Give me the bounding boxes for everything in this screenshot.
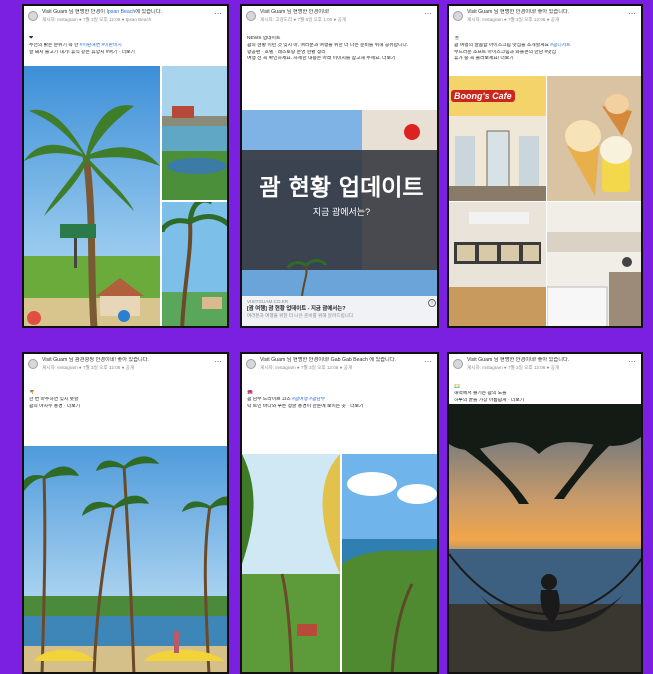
avatar[interactable] <box>246 11 256 21</box>
post-author-line[interactable]: Visit Guam 님 괌관광청 안경이네! 좋아 있습니다. <box>42 357 223 364</box>
caption-line: ☕ <box>454 36 460 41</box>
post-photo-bay-view[interactable] <box>342 454 437 672</box>
post-photo-cafe-interior[interactable] <box>547 202 641 326</box>
link-preview[interactable]: VISITGUAM.CO.KR [괌 여행] 괌 현황 업데이트 - 지금 괌에… <box>242 296 437 326</box>
post-card-5[interactable]: Visit Guam 님 현명한 안경이네! Gab Gab Beach 에 있… <box>240 352 439 674</box>
caption-line: 🌺 <box>247 390 253 395</box>
post-header: Visit Guam 님 현명한 안경이네! 좋아 있습니다. 게시자: Ins… <box>449 354 641 384</box>
post-caption: NEWS 업데이트 괌의 현황 이런 것 잊지 마, 여러분과 여행을 위한 더… <box>242 36 437 63</box>
caption-line: 휴가 중 꼭 들러보세요! 더보기 <box>454 56 514 62</box>
more-options-icon[interactable]: ⋯ <box>214 9 222 18</box>
post-caption: 🌴 한 번 마주하면 잊지 못할 괌의 야자수 풍경 · 더보기 <box>24 384 227 410</box>
post-photo-jungle[interactable] <box>242 454 340 672</box>
post-meta: 게시자: Instagram ● 7월 3일 오후 12:06 ● 공개 <box>260 365 353 370</box>
post-photo-palms-cars[interactable] <box>24 446 227 672</box>
avatar[interactable] <box>453 11 463 21</box>
post-banner-image[interactable]: 괌 현황 업데이트 지금 괌에서는? <box>242 110 437 296</box>
post-header: Visit Guam 님 현명한 안경이 Ipsan Beach에 있습니다. … <box>24 6 227 36</box>
more-options-icon[interactable]: ⋯ <box>424 9 432 18</box>
post-photo-cafe-counter[interactable] <box>449 202 546 326</box>
avatar[interactable] <box>28 359 38 369</box>
caption-line: ❤ <box>29 36 34 41</box>
post-photo-cafe-front[interactable]: Boong's Cafe <box>449 76 546 201</box>
caption-line: 해먹에서 즐기는 괌의 노을 <box>454 390 507 396</box>
banner-title: 괌 현황 업데이트 <box>259 175 424 201</box>
post-author-line[interactable]: Visit Guam 님 현명한 안경이네! <box>260 9 433 16</box>
post-header: Visit Guam 님 현명한 안경이네! Gab Gab Beach 에 있… <box>242 354 437 384</box>
link-title[interactable]: [괌 여행] 괌 현황 업데이트 - 지금 괌에서는? <box>247 305 436 313</box>
link-description: 여러분과 여행을 위한 더 나은 준비를 위해 알려드립니다. <box>247 313 355 318</box>
post-author-line[interactable]: Visit Guam 님 현명한 안경이네! 좋아 있습니다. <box>467 9 637 16</box>
hashtag-link[interactable]: #괌여행 #괌남부 <box>292 397 325 402</box>
post-photo-ice-cream[interactable] <box>547 76 641 201</box>
caption-line: 항공편 · 호텔 · 레스토랑 운영 현황 정리 <box>247 49 326 55</box>
post-meta: 게시자: Instagram ● 7월 3일 오후 12:06 ● Ipsan … <box>42 17 152 22</box>
post-author-line[interactable]: Visit Guam 님 현명한 안경이 Ipsan Beach에 있습니다. <box>42 9 223 16</box>
caption-line: 🌴 <box>29 390 35 395</box>
post-card-1[interactable]: Visit Guam 님 현명한 안경이 Ipsan Beach에 있습니다. … <box>22 4 229 328</box>
more-options-icon[interactable]: ⋯ <box>214 357 222 366</box>
caption-line: 탁 트인 바다와 푸른 정글 풍경이 한눈에 보이는 곳 · 더보기 <box>247 403 364 409</box>
post-photo-palm-beach[interactable] <box>24 66 160 326</box>
caption-line: 부드러운 소프트 아이스크림과 와플콘의 만남 #맛집 <box>454 49 557 55</box>
avatar[interactable] <box>28 11 38 21</box>
avatar[interactable] <box>453 359 463 369</box>
caption-line: 주전의 밝은 분위기 속 한 #이판해변 #이판비치 <box>29 42 122 48</box>
post-header: Visit Guam 님 현명한 안경이네! 게시자: 고감도리 ● 7월 5일… <box>242 6 437 36</box>
hashtag-link[interactable]: #괌디저트 <box>550 43 570 48</box>
post-header: Visit Guam 님 현명한 안경이네! 좋아 있습니다. 게시자: Ins… <box>449 6 641 36</box>
post-photo-hammock-sunset[interactable] <box>449 404 641 672</box>
info-icon[interactable]: i <box>428 299 436 307</box>
post-card-2[interactable]: Visit Guam 님 현명한 안경이네! 게시자: 고감도리 ● 7월 5일… <box>240 4 439 328</box>
banner-subtitle: 지금 괌에서는? <box>312 207 371 217</box>
post-caption: 🌺 괌 남부 드라이브 코스 #괌여행 #괌남부 탁 트인 바다와 푸른 정글 … <box>242 384 437 410</box>
post-photo-coast[interactable] <box>162 66 227 200</box>
post-meta: 게시자: Instagram ● 7월 3일 오후 12:06 ● 공개 <box>467 17 560 22</box>
caption-line: 알 돼지 물고기 내기! 휴식 같은 휴양지 #여기 · 더보기 <box>29 49 135 55</box>
caption-line: 괌 여행의 달콤함 아이스크림 맛집을 소개할게요 #괌디저트 <box>454 42 571 48</box>
post-photo-palms[interactable] <box>162 202 227 326</box>
post-meta: 게시자: 고감도리 ● 7월 5일 오후 1:00 ● 공개 <box>260 17 347 22</box>
post-caption: ❤ 주전의 밝은 분위기 속 한 #이판해변 #이판비치 알 돼지 물고기 내기… <box>24 36 227 56</box>
post-author-line[interactable]: Visit Guam 님 현명한 안경이네! Gab Gab Beach 에 있… <box>260 357 433 364</box>
post-caption: ☕ 괌 여행의 달콤함 아이스크림 맛집을 소개할게요 #괌디저트 부드러운 소… <box>449 36 641 63</box>
shop-sign: Boong's Cafe <box>451 90 515 102</box>
hashtag-link[interactable]: #이판해변 #이판비치 <box>80 43 122 48</box>
post-meta: 게시자: Instagram ● 7월 3일 오후 12:06 ● 공개 <box>467 365 560 370</box>
caption-line: NEWS 업데이트 <box>247 36 281 41</box>
caption-line: 괌의 현황 이런 것 잊지 마, 여러분과 여행을 위한 더 나은 준비를 위해… <box>247 42 409 48</box>
caption-line: 🌅 <box>454 384 460 389</box>
caption-line: 괌 남부 드라이브 코스 #괌여행 #괌남부 <box>247 396 326 402</box>
post-caption: 🌅 해먹에서 즐기는 괌의 노을 하루의 끝을 가장 아름답게 · 더보기 <box>449 384 641 404</box>
more-options-icon[interactable]: ⋯ <box>628 357 636 366</box>
caption-line: 여행 전 꼭 확인하세요. 자세한 내용은 아래 이미지를 참고해 주세요. 더… <box>247 56 396 62</box>
avatar[interactable] <box>246 359 256 369</box>
post-card-4[interactable]: Visit Guam 님 괌관광청 안경이네! 좋아 있습니다. 게시자: In… <box>22 352 229 674</box>
more-options-icon[interactable]: ⋯ <box>424 357 432 366</box>
more-options-icon[interactable]: ⋯ <box>628 9 636 18</box>
post-card-6[interactable]: Visit Guam 님 현명한 안경이네! 좋아 있습니다. 게시자: Ins… <box>447 352 643 674</box>
caption-line: 한 번 마주하면 잊지 못할 <box>29 396 79 402</box>
post-card-3[interactable]: Visit Guam 님 현명한 안경이네! 좋아 있습니다. 게시자: Ins… <box>447 4 643 328</box>
post-header: Visit Guam 님 괌관광청 안경이네! 좋아 있습니다. 게시자: In… <box>24 354 227 384</box>
caption-line: 괌의 야자수 풍경 · 더보기 <box>29 403 81 409</box>
post-author-line[interactable]: Visit Guam 님 현명한 안경이네! 좋아 있습니다. <box>467 357 637 364</box>
post-meta: 게시자: Instagram ● 7월 3일 오후 12:06 ● 공개 <box>42 365 135 370</box>
